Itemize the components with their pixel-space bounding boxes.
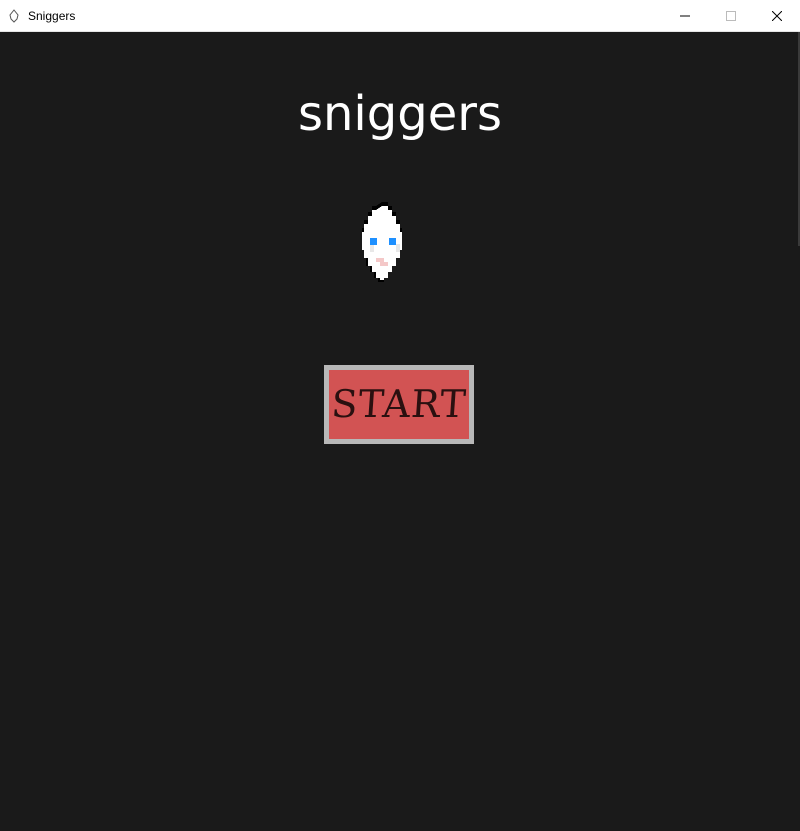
minimize-button[interactable] [662, 0, 708, 32]
game-window: Sniggers sniggers START [0, 0, 800, 831]
title-bar[interactable]: Sniggers [0, 0, 800, 32]
start-button-face[interactable]: START [329, 370, 469, 439]
maximize-icon [726, 11, 736, 21]
app-icon [9, 9, 19, 23]
close-button[interactable] [754, 0, 800, 32]
ghost-sprite [362, 202, 402, 282]
maximize-button[interactable] [708, 0, 754, 32]
minimize-icon [680, 15, 690, 17]
window-title: Sniggers [28, 9, 76, 23]
close-icon [772, 11, 782, 21]
start-button[interactable]: START [324, 365, 474, 444]
game-canvas: sniggers START [0, 32, 800, 831]
game-title: sniggers [298, 86, 502, 142]
start-label: START [329, 382, 469, 426]
